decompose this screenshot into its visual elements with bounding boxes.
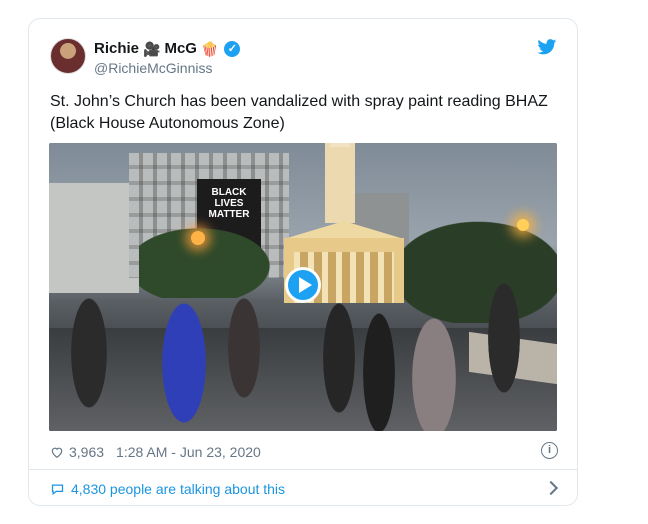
street-light: [191, 231, 205, 245]
play-icon: [298, 277, 312, 293]
building-left: [49, 183, 139, 293]
like-count[interactable]: 3,963: [69, 444, 104, 460]
street-light: [517, 219, 529, 231]
avatar[interactable]: [50, 38, 86, 74]
verified-badge-icon: ✓: [224, 40, 241, 57]
speech-bubble-icon: [51, 484, 64, 495]
church-steeple: [325, 143, 355, 223]
tweet-text: St. John’s Church has been vandalized wi…: [50, 93, 548, 132]
divider: [29, 469, 577, 470]
author-handle[interactable]: @RichieMcGinniss: [94, 60, 212, 76]
author-name-row[interactable]: Richie 🎥 McG 🍿 ✓: [94, 40, 241, 57]
play-button[interactable]: [285, 267, 321, 303]
heart-icon[interactable]: [50, 445, 64, 459]
tweet-timestamp[interactable]: 1:28 AM - Jun 23, 2020: [116, 444, 261, 460]
tweet-meta: 3,963 1:28 AM - Jun 23, 2020 i: [50, 442, 558, 462]
chevron-right-icon[interactable]: [543, 480, 559, 496]
twitter-bird-icon[interactable]: [537, 39, 557, 55]
conversation-label[interactable]: 4,830 people are talking about this: [71, 481, 285, 497]
popcorn-icon: 🍿: [200, 40, 219, 57]
crowd: [49, 283, 557, 431]
tweet-card: Richie 🎥 McG 🍿 ✓ @RichieMcGinniss St. Jo…: [28, 18, 578, 506]
movie-camera-icon: 🎥: [143, 40, 161, 57]
author-display-name[interactable]: Richie: [94, 40, 139, 57]
church-pediment: [284, 221, 404, 239]
video-player[interactable]: BLACK LIVES MATTER: [49, 143, 557, 431]
author-display-name-2[interactable]: McG: [164, 40, 197, 57]
conversation-link[interactable]: 4,830 people are talking about this: [50, 479, 559, 499]
info-icon[interactable]: i: [541, 442, 558, 459]
